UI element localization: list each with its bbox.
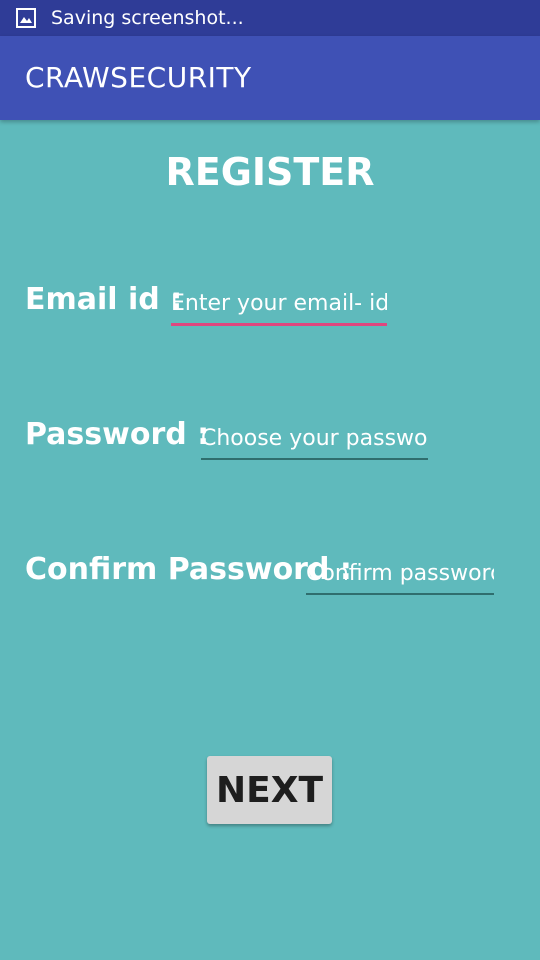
- next-button[interactable]: NEXT: [207, 756, 332, 824]
- confirm-password-label: Confirm Password :: [25, 552, 352, 587]
- status-bar: Saving screenshot...: [0, 0, 540, 36]
- app-title: CRAWSECURITY: [25, 61, 252, 94]
- confirm-password-field[interactable]: [306, 557, 494, 595]
- password-field[interactable]: [201, 422, 428, 460]
- image-icon: [16, 8, 36, 28]
- password-label: Password :: [25, 417, 210, 452]
- status-text: Saving screenshot...: [51, 7, 244, 29]
- email-label: Email id :: [25, 282, 183, 317]
- app-bar: CRAWSECURITY: [0, 36, 540, 120]
- page-title: REGISTER: [165, 150, 375, 194]
- email-field[interactable]: [171, 287, 387, 326]
